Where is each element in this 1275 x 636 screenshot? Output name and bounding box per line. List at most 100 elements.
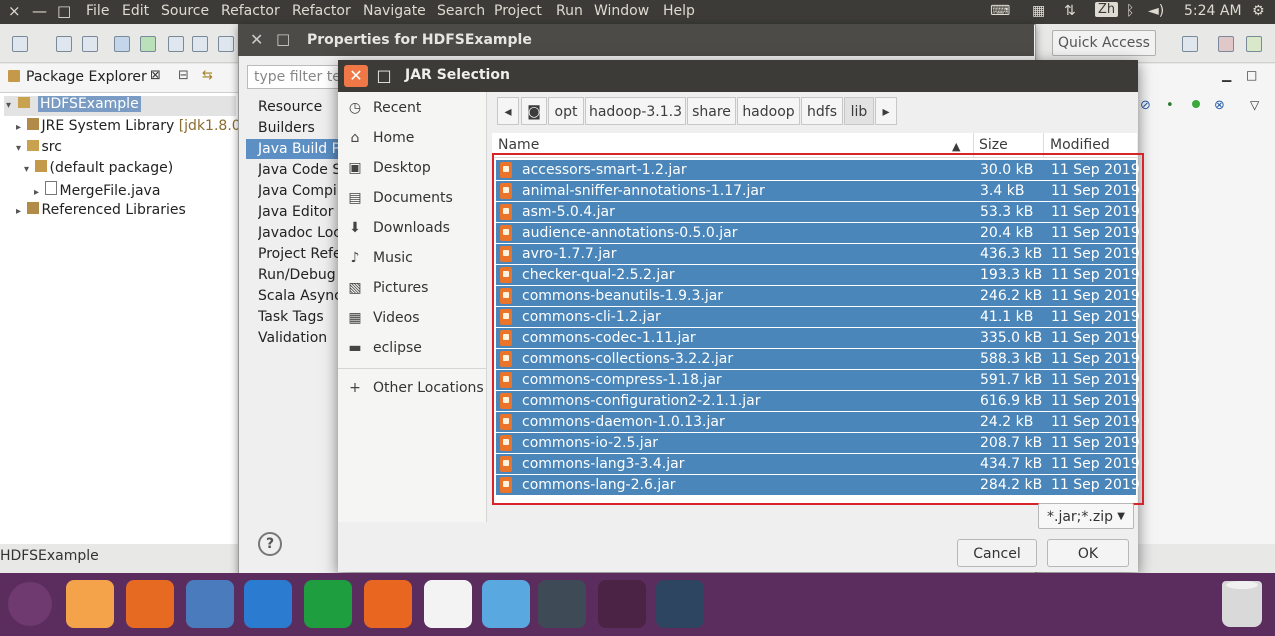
property-page-java-code-style[interactable]: ▸Java Code S: [258, 162, 338, 178]
debug-perspective-icon[interactable]: [1246, 36, 1262, 52]
property-page-java-build-path[interactable]: Java Build P: [246, 139, 338, 159]
trash-icon[interactable]: [1222, 581, 1262, 627]
maximize-icon[interactable]: □: [276, 30, 290, 48]
ok-button[interactable]: OK: [1047, 539, 1129, 567]
open-perspective-icon[interactable]: [1182, 36, 1198, 52]
column-size[interactable]: Size: [979, 137, 1008, 153]
close-tab-icon[interactable]: ⊠: [150, 68, 161, 83]
workspaces-icon[interactable]: [656, 580, 704, 628]
menu-search[interactable]: Search: [437, 3, 485, 19]
path-back-button[interactable]: ◂: [497, 97, 519, 125]
close-icon[interactable]: ✕: [344, 65, 368, 87]
menu-edit[interactable]: Edit: [122, 3, 149, 19]
bluetooth-icon[interactable]: ᛒ: [1126, 3, 1134, 19]
place-desktop[interactable]: ▣ Desktop: [345, 160, 485, 186]
maximize-view-icon[interactable]: □: [1246, 68, 1257, 82]
property-page-project-references[interactable]: Project Refe: [258, 246, 338, 262]
property-page-builders[interactable]: Builders: [258, 120, 338, 136]
cancel-button[interactable]: Cancel: [957, 539, 1037, 567]
toggle-icon[interactable]: [114, 36, 130, 52]
close-icon[interactable]: ×: [8, 2, 21, 20]
hide-local-types-icon[interactable]: ⊗: [1214, 98, 1225, 113]
calendar-icon[interactable]: ▦: [1032, 3, 1045, 19]
menu-source[interactable]: Source: [161, 3, 209, 19]
collapse-icon[interactable]: ▾: [6, 100, 11, 111]
menu-file[interactable]: File: [86, 3, 109, 19]
software-icon[interactable]: [482, 580, 530, 628]
clock[interactable]: 5:24 AM: [1184, 3, 1242, 19]
debug-icon[interactable]: [218, 36, 234, 52]
path-segment[interactable]: hadoop-3.1.3: [585, 97, 686, 125]
input-method-indicator[interactable]: Zh: [1095, 2, 1119, 17]
path-segment[interactable]: hadoop: [737, 97, 800, 125]
menu-refactor-2[interactable]: Refactor: [292, 3, 351, 19]
place-downloads[interactable]: ⬇ Downloads: [345, 220, 485, 246]
vscode-icon[interactable]: [538, 580, 586, 628]
place-recent[interactable]: ◷ Recent: [345, 100, 485, 126]
menu-run[interactable]: Run: [556, 3, 583, 19]
package-explorer-tab[interactable]: Package Explorer ⊠ ⊟ ⇆: [0, 64, 238, 93]
keyboard-icon[interactable]: ⌨: [990, 3, 1010, 19]
property-page-java-compiler[interactable]: ▸Java Compi: [258, 183, 338, 199]
new-icon[interactable]: [12, 36, 28, 52]
chromium-icon[interactable]: [186, 580, 234, 628]
minimize-icon[interactable]: —: [32, 2, 47, 20]
path-segment[interactable]: share: [687, 97, 736, 125]
console-icon[interactable]: [192, 36, 208, 52]
menu-refactor[interactable]: Refactor: [221, 3, 280, 19]
place-eclipse[interactable]: ▬ eclipse: [345, 340, 485, 366]
column-name[interactable]: Name: [498, 137, 539, 153]
property-page-scala-async[interactable]: Scala Async: [258, 288, 338, 304]
maximize-icon[interactable]: □: [374, 65, 394, 87]
property-page-java-editor[interactable]: ▸Java Editor: [258, 204, 338, 220]
sort-ascending-icon[interactable]: ▲: [952, 140, 960, 153]
path-forward-button[interactable]: ▸: [875, 97, 897, 125]
hide-static-icon[interactable]: •: [1166, 98, 1174, 113]
tree-item-default-package[interactable]: ▾ (default package): [24, 160, 173, 176]
network-icon[interactable]: ⇅: [1064, 3, 1076, 19]
menu-project[interactable]: Project: [494, 3, 542, 19]
link-editor-icon[interactable]: ⇆: [202, 68, 213, 83]
place-music[interactable]: ♪ Music: [345, 250, 485, 276]
tree-item-referenced-libraries[interactable]: ▸ Referenced Libraries: [16, 202, 186, 218]
outline-icon[interactable]: [140, 36, 156, 52]
filesystem-root-button[interactable]: ◙: [521, 97, 547, 125]
ubuntu-icon[interactable]: [8, 582, 52, 626]
expand-icon[interactable]: ▸: [16, 206, 21, 217]
property-page-task-tags[interactable]: Task Tags: [258, 309, 338, 325]
path-segment[interactable]: opt: [548, 97, 584, 125]
property-page-run-debug[interactable]: Run/Debug: [258, 267, 338, 283]
path-segment[interactable]: hdfs: [801, 97, 843, 125]
gear-icon[interactable]: ⚙: [1252, 3, 1265, 19]
firefox-icon[interactable]: [126, 580, 174, 628]
quick-access-field[interactable]: Quick Access: [1052, 30, 1156, 56]
input-method-icon[interactable]: [424, 580, 472, 628]
hide-nonpublic-icon[interactable]: [1192, 100, 1200, 108]
hide-fields-icon[interactable]: ⊘: [1140, 98, 1151, 113]
place-videos[interactable]: ▦ Videos: [345, 310, 485, 336]
minimize-view-icon[interactable]: ▁: [1222, 68, 1231, 82]
files-icon[interactable]: [66, 580, 114, 628]
place-other-locations[interactable]: + Other Locations: [345, 380, 485, 406]
java-perspective-icon[interactable]: [1218, 36, 1234, 52]
file-type-filter[interactable]: *.jar;*.zip ▼: [1038, 503, 1134, 529]
tree-item-mergefile[interactable]: ▸ MergeFile.java: [34, 181, 160, 199]
menu-help[interactable]: Help: [663, 3, 695, 19]
menu-window[interactable]: Window: [594, 3, 649, 19]
column-modified[interactable]: Modified: [1050, 137, 1110, 153]
path-segment-current[interactable]: lib: [844, 97, 874, 125]
save-all-icon[interactable]: [82, 36, 98, 52]
tree-item-jre[interactable]: ▸ JRE System Library [jdk1.8.0_: [16, 118, 248, 134]
tree-item-src[interactable]: ▾ src: [16, 139, 62, 155]
volume-icon[interactable]: ◄): [1148, 3, 1164, 19]
restore-icon[interactable]: □: [57, 2, 71, 20]
writer-icon[interactable]: [244, 580, 292, 628]
property-page-javadoc-location[interactable]: Javadoc Loc: [258, 225, 338, 241]
view-menu-icon[interactable]: ▽: [1250, 98, 1259, 112]
expand-icon[interactable]: ▸: [16, 122, 21, 133]
impress-icon[interactable]: [364, 580, 412, 628]
collapse-icon[interactable]: ▾: [16, 143, 21, 154]
terminal-icon[interactable]: [598, 580, 646, 628]
collapse-icon[interactable]: ▾: [24, 164, 29, 175]
expand-icon[interactable]: ▸: [34, 187, 39, 198]
